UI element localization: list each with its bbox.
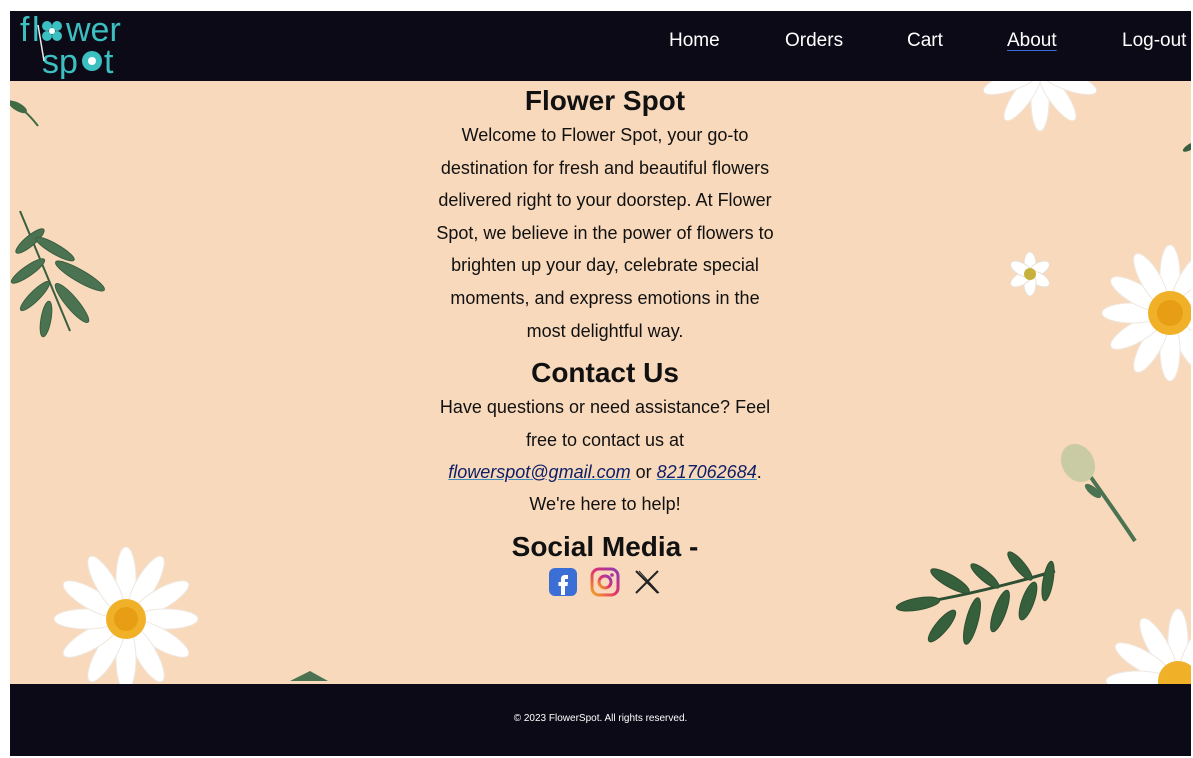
logo-sp: sp	[42, 43, 78, 79]
copyright-text: © 2023 FlowerSpot. All rights reserved.	[513, 713, 688, 724]
flower-bud-stem-right	[1060, 443, 1137, 543]
email-link[interactable]: flowerspot@gmail.com	[448, 462, 630, 482]
about-line-1: Welcome to Flower Spot, your go-to	[461, 125, 749, 145]
nav-about[interactable]: About	[1007, 30, 1057, 52]
about-line-6: moments, and express emotions in the	[450, 287, 760, 308]
logo-flower-icon	[42, 21, 62, 41]
about-line-4: Spot, we believe in the power of flowers…	[436, 222, 774, 243]
about-line-5: brighten up your day, celebrate special	[451, 255, 759, 276]
about-line-3: delivered right to your doorstep. At Flo…	[438, 190, 772, 211]
leaf-sprig-left	[10, 210, 105, 338]
contact-line-1: Have questions or need assistance? Feel	[439, 397, 771, 418]
phone-link[interactable]: 8217062684	[657, 462, 757, 482]
about-hero: Flower Spot Welcome to Flower Spot, your…	[10, 81, 1191, 684]
nav-cart[interactable]: Cart	[907, 30, 943, 52]
daisy-top-right	[982, 81, 1098, 132]
facebook-icon[interactable]	[548, 567, 578, 597]
flower-spot-logo[interactable]: f l wer sp t	[18, 11, 148, 79]
contact-line-4: We're here to help!	[529, 494, 681, 515]
social-icons-row	[410, 567, 800, 597]
contact-line-2: free to contact us at	[525, 429, 685, 450]
daisy-bud-right	[1010, 251, 1050, 297]
social-title: Social Media -	[511, 530, 699, 562]
logo-f: f	[20, 11, 30, 49]
nav-logout[interactable]: Log-out	[1122, 30, 1186, 52]
about-title: Flower Spot	[524, 85, 686, 116]
about-line-2: destination for fresh and beautiful flow…	[440, 157, 770, 178]
about-line-7: most delightful way.	[526, 320, 684, 341]
contact-title: Contact Us	[531, 357, 679, 389]
contact-period: .	[756, 461, 762, 482]
contact-description: Have questions or need assistance? Feel …	[410, 391, 800, 521]
leaf-sprig-right	[895, 551, 1056, 645]
daisy-right	[1101, 244, 1191, 382]
top-navbar: f l wer sp t Home Orders Cart About Log-…	[10, 11, 1191, 81]
footer: © 2023 FlowerSpot. All rights reserved.	[10, 684, 1191, 756]
nav-orders[interactable]: Orders	[785, 30, 843, 52]
about-content: Flower Spot Welcome to Flower Spot, your…	[410, 81, 800, 597]
daisy-bottom-left	[53, 546, 199, 684]
logo-t: t	[104, 43, 114, 79]
nav-home[interactable]: Home	[669, 30, 720, 52]
page-frame: f l wer sp t Home Orders Cart About Log-…	[10, 11, 1191, 756]
contact-or: or	[630, 461, 657, 482]
instagram-icon[interactable]	[590, 567, 620, 597]
about-description: Welcome to Flower Spot, your go-to desti…	[410, 119, 800, 347]
daisy-bottom-right	[1105, 608, 1191, 684]
x-icon[interactable]	[632, 567, 662, 597]
